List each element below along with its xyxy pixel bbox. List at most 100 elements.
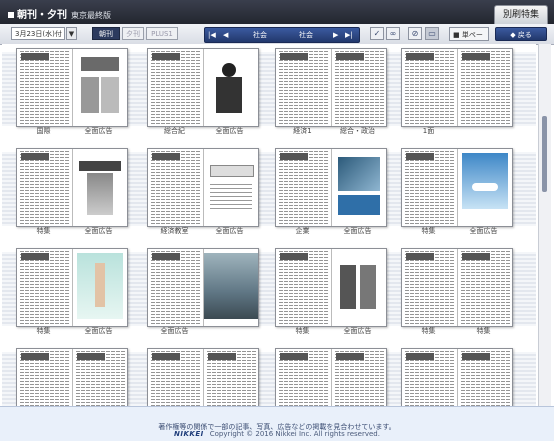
page-left[interactable] [402,249,456,326]
page-caption-right: 全面広告 [84,127,113,135]
page-right[interactable] [203,49,258,126]
first-page-icon[interactable]: |◀ [208,28,216,42]
next-page-icon[interactable]: ▶ [333,28,338,42]
edition-label: 東京最終版 [71,11,111,20]
page-caption-right: 全面広告 [215,227,244,235]
page-left[interactable] [148,249,202,326]
page-left[interactable] [17,349,71,406]
link-icon[interactable]: ∞ [386,27,400,40]
page-spread-thumbnail[interactable] [16,148,128,227]
page-left[interactable] [402,349,456,406]
page-right[interactable] [331,49,386,126]
page-spread-thumbnail[interactable] [275,348,387,406]
page-left[interactable] [17,149,71,226]
page-right[interactable] [331,349,386,406]
page-spread-thumbnail[interactable] [147,148,259,227]
nikkei-logo: NIKKEI [174,430,204,438]
page-right[interactable] [457,349,512,406]
page-right[interactable] [203,249,258,326]
title-marker-icon [8,12,14,18]
page-right[interactable] [72,149,127,226]
page-right[interactable] [72,49,127,126]
page-spread-thumbnail[interactable] [16,348,128,406]
page-spread-thumbnail[interactable] [16,48,128,127]
thumbnail-row: 国際 全面広告 総合紀 全面広告 経済1 総合・政治 1面 [2,44,536,144]
page-left[interactable] [148,349,202,406]
page-spread-thumbnail[interactable] [401,48,513,127]
footer-copyright: NIKKEI Copyright © 2016 Nikkei Inc. All r… [174,430,380,438]
page-caption-left: 特集 [421,327,436,335]
page-caption-left: 全面広告 [160,327,189,335]
page-caption-left: 特集 [295,327,310,335]
page-right[interactable] [457,249,512,326]
date-select[interactable]: 3月23日(水)付 [11,27,65,40]
page-left[interactable] [402,49,456,126]
thumbnail-row [2,344,536,406]
page-caption-left: 特集 [36,227,51,235]
page-left[interactable] [17,249,71,326]
page-right[interactable] [203,149,258,226]
page-spread-thumbnail[interactable] [147,348,259,406]
title-bar: 朝刊・夕刊 東京最終版 別刷特集 [0,0,554,24]
check-icon[interactable]: ✓ [370,27,384,40]
single-page-icon: ■ [453,31,460,39]
vertical-scrollbar[interactable] [538,44,551,406]
page-spread-thumbnail[interactable] [401,348,513,406]
page-spread-thumbnail[interactable] [401,248,513,327]
page-spread-thumbnail[interactable] [147,248,259,327]
page-caption-right: 全面広告 [84,327,113,335]
page-right[interactable] [72,349,127,406]
page-caption-left: 1面 [422,127,435,135]
thumbnail-row: 特集 全面広告 全面広告 特集 全面広告 特集 特集 [2,244,536,344]
back-arrow-icon: ◆ [510,31,516,39]
page-left[interactable] [276,149,330,226]
page-spread-thumbnail[interactable] [16,248,128,327]
page-spread-thumbnail[interactable] [275,48,387,127]
page-left[interactable] [276,349,330,406]
page-left[interactable] [402,149,456,226]
page-left[interactable] [148,49,202,126]
page-right[interactable] [331,249,386,326]
page-caption-right: 全面広告 [343,227,372,235]
edition-tab-morning[interactable]: 朝刊 [92,27,120,40]
page-spread-thumbnail[interactable] [147,48,259,127]
prev-page-icon[interactable]: ◀ [223,28,228,42]
page-spread-thumbnail[interactable] [275,148,387,227]
footer: 著作権等の関係で一部の記事、写真、広告などの掲載を見合わせています。 NIKKE… [0,406,554,441]
page-spread-thumbnail[interactable] [401,148,513,227]
page-caption-right: 全面広告 [343,327,372,335]
page-caption-right: 全面広告 [84,227,113,235]
edition-tab-plus1[interactable]: PLUS1 [146,27,178,40]
page-right[interactable] [203,349,258,406]
page-caption-right: 特集 [476,327,491,335]
page-right[interactable] [457,149,512,226]
scrollbar-thumb[interactable] [542,116,547,192]
page-left[interactable] [276,49,330,126]
page-right[interactable] [457,49,512,126]
section-navigator: |◀ ◀ 社会 社会 ▶ ▶| [204,27,360,43]
page-left[interactable] [148,149,202,226]
page-thumbnail-grid: 国際 全面広告 総合紀 全面広告 経済1 総合・政治 1面 特集 全面広告 経済教室 全面広告 企業全… [2,44,536,406]
layout-icon[interactable]: ▭ [425,27,439,40]
page-spread-thumbnail[interactable] [275,248,387,327]
page-caption-left: 国際 [36,127,51,135]
page-caption-right: 全面広告 [469,227,498,235]
edition-tab-evening[interactable]: 夕刊 [122,27,144,40]
back-button[interactable]: ◆ 戻る [495,27,547,41]
page-left[interactable] [17,49,71,126]
thumbnail-row: 特集 全面広告 経済教室 全面広告 企業 全面広告 特集 全面広告 [2,144,536,244]
page-caption-left: 特集 [421,227,436,235]
page-caption-left: 企業 [295,227,310,235]
page-caption-left: 総合紀 [164,127,185,135]
compass-icon[interactable]: ⊘ [408,27,422,40]
last-page-icon[interactable]: ▶| [345,28,353,42]
page-left[interactable] [276,249,330,326]
page-right[interactable] [72,249,127,326]
page-right[interactable] [331,149,386,226]
single-page-button[interactable]: ■ 単ページ [449,27,489,53]
special-section-button[interactable]: 別刷特集 [493,5,548,24]
page-caption-left: 経済1 [293,127,312,135]
app-title: 朝刊・夕刊 東京最終版 [8,6,111,21]
page-caption-left: 経済教室 [160,227,189,235]
chevron-down-icon[interactable]: ▼ [66,27,77,40]
